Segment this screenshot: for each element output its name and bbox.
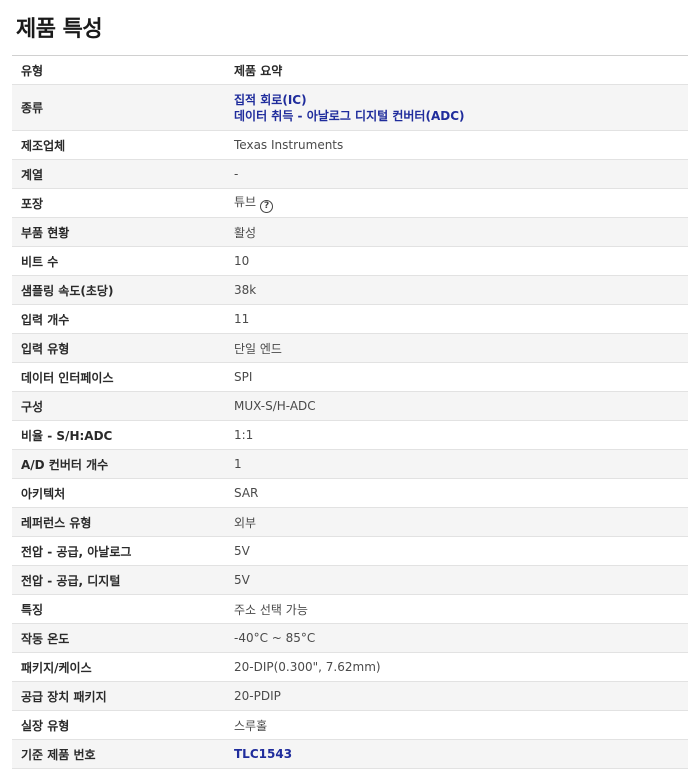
table-row-bits: 비트 수 10 bbox=[12, 247, 688, 276]
row-value: 주소 선택 가능 bbox=[234, 602, 308, 617]
table-row-supplier-package: 공급 장치 패키지 20-PDIP bbox=[12, 682, 688, 711]
table-row-sample-rate: 샘플링 속도(초당) 38k bbox=[12, 276, 688, 305]
table-row-data-interface: 데이터 인터페이스 SPI bbox=[12, 363, 688, 392]
row-value: - bbox=[234, 167, 239, 181]
table-row-category: 종류 집적 회로(IC) 데이터 취득 - 아날로그 디지털 컨버터(ADC) bbox=[12, 85, 688, 131]
row-value: MUX-S/H-ADC bbox=[234, 399, 316, 413]
row-label: 종류 bbox=[21, 101, 44, 115]
category-link-ic[interactable]: 집적 회로(IC) bbox=[234, 92, 688, 108]
column-header-summary: 제품 요약 bbox=[234, 63, 283, 78]
row-label: 비트 수 bbox=[21, 254, 59, 269]
table-row-series: 계열 - bbox=[12, 160, 688, 189]
table-row-architecture: 아키텍처 SAR bbox=[12, 479, 688, 508]
row-label: 샘플링 속도(초당) bbox=[21, 283, 114, 298]
row-value: 11 bbox=[234, 312, 250, 326]
table-row-mounting-type: 실장 유형 스루홀 bbox=[12, 711, 688, 740]
row-value: Texas Instruments bbox=[234, 138, 344, 152]
row-label: 전압 - 공급, 아날로그 bbox=[21, 544, 132, 559]
base-part-link[interactable]: TLC1543 bbox=[234, 747, 688, 761]
row-label: 비율 - S/H:ADC bbox=[21, 428, 113, 443]
row-label: 기준 제품 번호 bbox=[21, 747, 96, 762]
row-value: 10 bbox=[234, 254, 250, 268]
row-label: 부품 현황 bbox=[21, 225, 70, 240]
table-row-base-part: 기준 제품 번호 TLC1543 bbox=[12, 740, 688, 769]
row-label: 아키텍처 bbox=[21, 486, 66, 501]
table-row-features: 특징 주소 선택 가능 bbox=[12, 595, 688, 624]
row-value: 활성 bbox=[234, 225, 257, 240]
row-value: 5V bbox=[234, 544, 250, 558]
row-value: 스루홀 bbox=[234, 718, 268, 733]
row-label: 패키지/케이스 bbox=[21, 660, 92, 675]
row-label: 레퍼런스 유형 bbox=[21, 515, 92, 530]
row-value: 외부 bbox=[234, 515, 257, 530]
row-value: 튜브? bbox=[234, 193, 688, 213]
category-link-adc[interactable]: 데이터 취득 - 아날로그 디지털 컨버터(ADC) bbox=[234, 108, 688, 124]
row-value: 38k bbox=[234, 283, 257, 297]
table-row-part-status: 부품 현황 활성 bbox=[12, 218, 688, 247]
row-label: 특징 bbox=[21, 602, 44, 617]
table-row-configuration: 구성 MUX-S/H-ADC bbox=[12, 392, 688, 421]
row-value: -40°C ~ 85°C bbox=[234, 631, 316, 645]
table-row-ad-converters: A/D 컨버터 개수 1 bbox=[12, 450, 688, 479]
row-label: 구성 bbox=[21, 399, 44, 414]
row-value: 1:1 bbox=[234, 428, 254, 442]
table-row-operating-temp: 작동 온도 -40°C ~ 85°C bbox=[12, 624, 688, 653]
column-header-type: 유형 bbox=[21, 63, 44, 78]
row-value: 20-PDIP bbox=[234, 689, 281, 703]
row-label: 전압 - 공급, 디지털 bbox=[21, 573, 121, 588]
row-value: 5V bbox=[234, 573, 250, 587]
table-row-ratio: 비율 - S/H:ADC 1:1 bbox=[12, 421, 688, 450]
spec-table: 유형 제품 요약 종류 집적 회로(IC) 데이터 취득 - 아날로그 디지털 … bbox=[12, 55, 688, 769]
row-value: 집적 회로(IC) 데이터 취득 - 아날로그 디지털 컨버터(ADC) bbox=[234, 92, 688, 124]
table-row-inputs: 입력 개수 11 bbox=[12, 305, 688, 334]
table-row-packaging: 포장 튜브? bbox=[12, 189, 688, 218]
table-row-voltage-analog: 전압 - 공급, 아날로그 5V bbox=[12, 537, 688, 566]
help-icon[interactable]: ? bbox=[260, 200, 274, 213]
table-row-voltage-digital: 전압 - 공급, 디지털 5V bbox=[12, 566, 688, 595]
row-label: 데이터 인터페이스 bbox=[21, 370, 114, 385]
product-attributes-page: 제품 특성 유형 제품 요약 종류 집적 회로(IC) 데이터 취득 - 아날로… bbox=[0, 0, 688, 779]
packaging-value: 튜브 bbox=[234, 195, 257, 209]
row-label: 제조업체 bbox=[21, 138, 66, 153]
row-value: SPI bbox=[234, 370, 253, 384]
row-label: 입력 개수 bbox=[21, 312, 70, 327]
row-value: SAR bbox=[234, 486, 259, 500]
table-row-reference-type: 레퍼런스 유형 외부 bbox=[12, 508, 688, 537]
table-row-package-case: 패키지/케이스 20-DIP(0.300", 7.62mm) bbox=[12, 653, 688, 682]
page-title: 제품 특성 bbox=[16, 17, 103, 42]
row-label: 입력 유형 bbox=[21, 341, 70, 356]
row-label: 계열 bbox=[21, 167, 44, 182]
row-value: 20-DIP(0.300", 7.62mm) bbox=[234, 660, 381, 674]
row-label: 작동 온도 bbox=[21, 631, 70, 646]
row-label: A/D 컨버터 개수 bbox=[21, 457, 109, 472]
table-row-input-type: 입력 유형 단일 엔드 bbox=[12, 334, 688, 363]
row-label: 포장 bbox=[21, 196, 44, 211]
table-header-row: 유형 제품 요약 bbox=[12, 56, 688, 85]
row-value: 1 bbox=[234, 457, 242, 471]
table-row-manufacturer: 제조업체 Texas Instruments bbox=[12, 131, 688, 160]
row-value: 단일 엔드 bbox=[234, 341, 282, 356]
row-label: 공급 장치 패키지 bbox=[21, 689, 107, 704]
row-label: 실장 유형 bbox=[21, 718, 70, 733]
